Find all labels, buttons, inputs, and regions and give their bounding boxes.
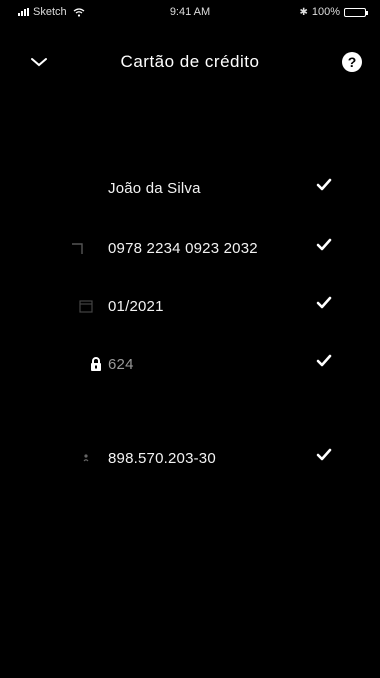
check-icon <box>316 178 332 191</box>
status-right: ✱ 100% <box>299 6 368 18</box>
calendar-icon <box>79 300 93 313</box>
battery-label: 100% <box>311 6 340 18</box>
check-icon <box>316 238 332 251</box>
person-icon <box>83 454 89 462</box>
field-cvv[interactable]: 624 <box>0 348 380 388</box>
holder-name-value[interactable]: João da Silva <box>108 180 201 197</box>
page-title: Cartão de crédito <box>120 52 260 71</box>
expiry-date-value[interactable]: 01/2021 <box>108 298 164 315</box>
check-icon <box>316 296 332 309</box>
cpf-value[interactable]: 898.570.203-30 <box>108 450 216 467</box>
field-cpf[interactable]: 898.570.203-30 <box>0 442 380 482</box>
battery-icon <box>344 7 368 17</box>
card-icon <box>72 243 83 254</box>
nav-bar: Cartão de crédito ? <box>0 46 380 78</box>
check-icon <box>316 448 332 461</box>
status-bar: Sketch 9:41 AM ✱ 100% <box>0 0 380 22</box>
bluetooth-icon: ✱ <box>299 6 308 18</box>
field-holder-name[interactable]: João da Silva <box>0 172 380 212</box>
field-card-number[interactable]: 0978 2234 0923 2032 <box>0 232 380 272</box>
check-icon <box>316 354 332 367</box>
field-expiry-date[interactable]: 01/2021 <box>0 290 380 330</box>
card-number-value[interactable]: 0978 2234 0923 2032 <box>108 240 258 257</box>
lock-icon <box>91 357 101 371</box>
cvv-value[interactable]: 624 <box>108 356 134 373</box>
help-button[interactable]: ? <box>342 52 362 72</box>
